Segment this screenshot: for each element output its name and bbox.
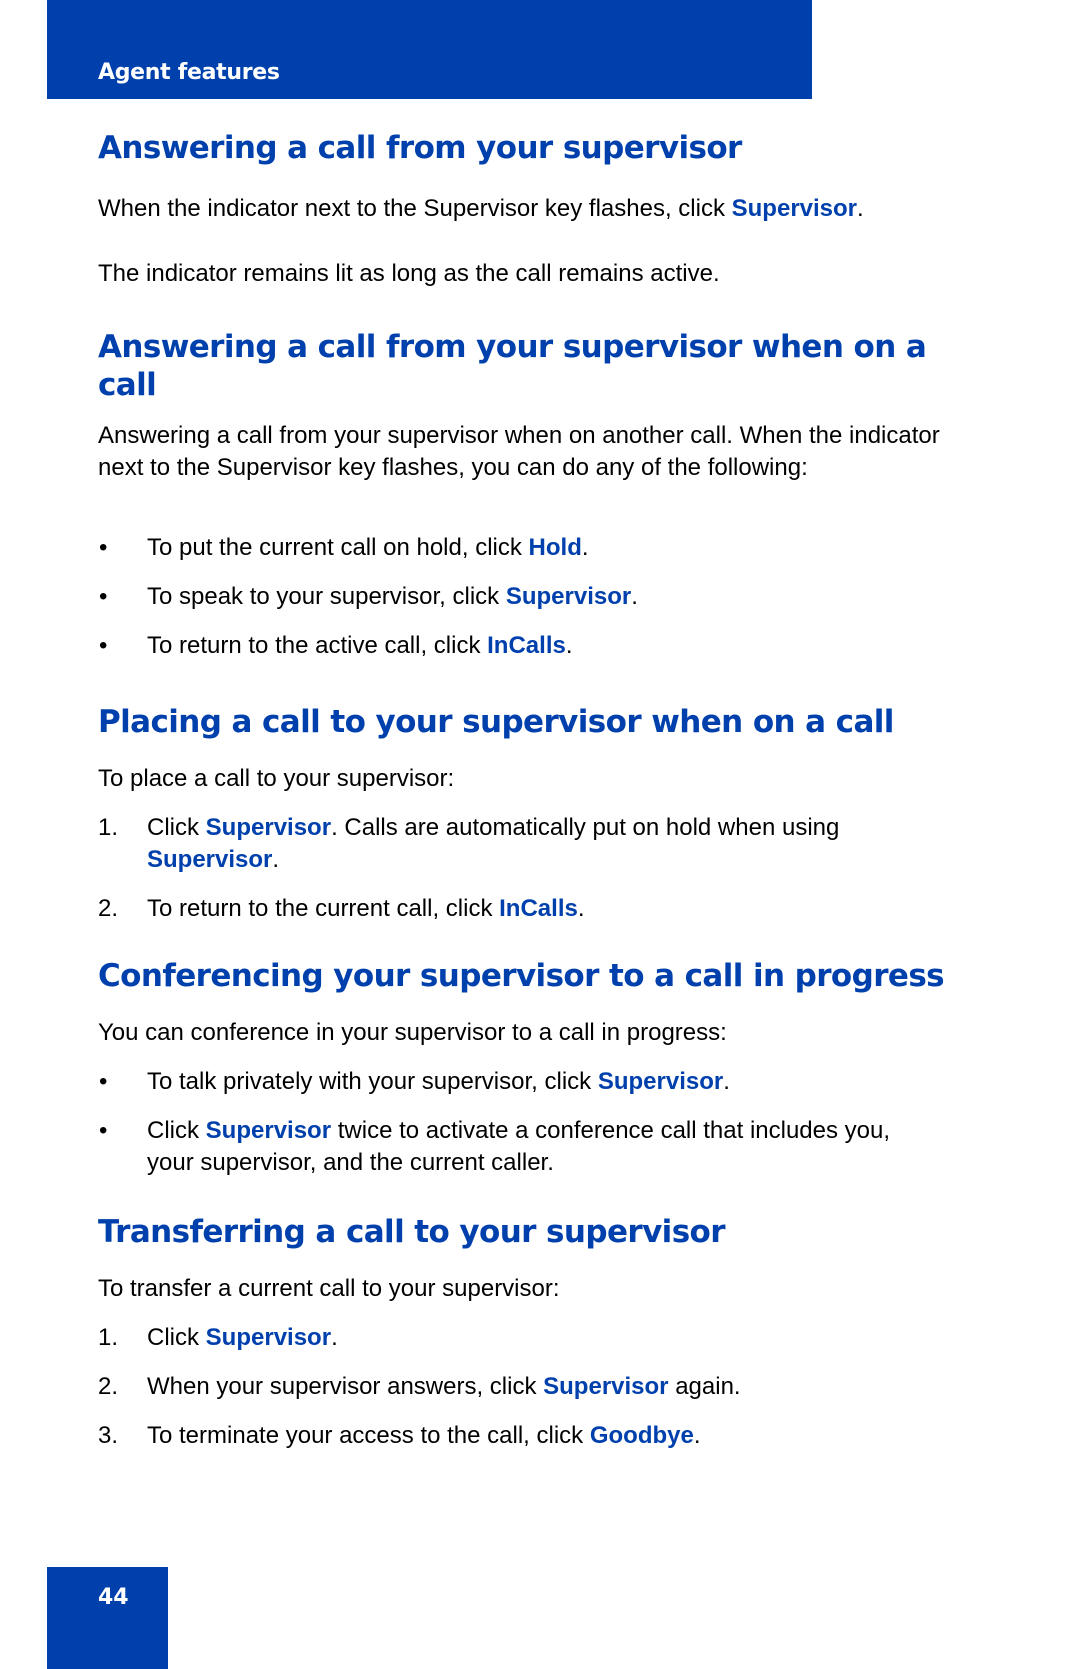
numbered-item: 1. Click Supervisor. (98, 1322, 978, 1354)
keyword-incalls: InCalls (499, 895, 578, 922)
section-heading-answering-call: Answering a call from your supervisor (98, 130, 742, 166)
section-1-paragraph-1: When the indicator next to the Superviso… (98, 195, 864, 222)
bullet-marker: • (99, 1117, 108, 1144)
section-heading-conferencing: Conferencing your supervisor to a call i… (98, 958, 945, 994)
keyword-incalls: InCalls (487, 632, 566, 659)
section-5-intro: To transfer a current call to your super… (98, 1275, 560, 1302)
numbered-item: 1. Click Supervisor. Calls are automatic… (98, 814, 840, 873)
keyword-goodbye: Goodbye (589, 1422, 694, 1449)
bullet-marker: • (99, 632, 108, 659)
keyword-hold: Hold (528, 534, 582, 561)
step-number: 1. (98, 1324, 119, 1351)
section-1-paragraph-2: The indicator remains lit as long as the… (98, 260, 720, 287)
bullet-item: • Click Supervisor twice to activate a c… (99, 1117, 891, 1176)
numbered-item: 3. To terminate your access to the call,… (98, 1420, 978, 1452)
section-4-intro: You can conference in your supervisor to… (98, 1019, 727, 1046)
bullet-marker: • (99, 583, 108, 610)
bullet-item: • To return to the active call, click In… (98, 630, 978, 662)
bullet-item: • To put the current call on hold, click… (98, 532, 978, 564)
step-number: 2. (98, 895, 119, 922)
bullet-item: • To talk privately with your supervisor… (98, 1066, 978, 1098)
section-3-intro: To place a call to your supervisor: (98, 765, 455, 792)
section-heading-transferring: Transferring a call to your supervisor (98, 1214, 726, 1250)
step-number: 3. (98, 1422, 119, 1449)
bullet-marker: • (99, 534, 108, 561)
keyword-supervisor: Supervisor (147, 846, 273, 873)
chapter-header-banner: Agent features (47, 0, 812, 99)
step-number: 1. (98, 814, 119, 841)
chapter-title: Agent features (98, 60, 280, 85)
section-heading-placing-call: Placing a call to your supervisor when o… (98, 704, 894, 740)
numbered-item: 2. To return to the current call, click … (98, 893, 978, 925)
page-number: 44 (98, 1585, 129, 1610)
keyword-supervisor: Supervisor (205, 814, 332, 841)
keyword-supervisor: Supervisor (543, 1373, 669, 1400)
keyword-supervisor: Supervisor (505, 583, 632, 610)
numbered-item: 2. When your supervisor answers, click S… (98, 1371, 978, 1403)
step-number: 2. (98, 1373, 119, 1400)
keyword-supervisor: Supervisor (205, 1324, 332, 1351)
keyword-supervisor: Supervisor (205, 1117, 332, 1144)
keyword-supervisor: Supervisor (731, 195, 858, 222)
section-heading-answering-call-on-call: Answering a call from your supervisor wh… (98, 329, 927, 403)
keyword-supervisor: Supervisor (597, 1068, 724, 1095)
bullet-item: • To speak to your supervisor, click Sup… (98, 581, 978, 613)
section-2-intro: Answering a call from your supervisor wh… (98, 422, 940, 481)
bullet-marker: • (99, 1068, 108, 1095)
page-number-box: 44 (47, 1567, 168, 1669)
